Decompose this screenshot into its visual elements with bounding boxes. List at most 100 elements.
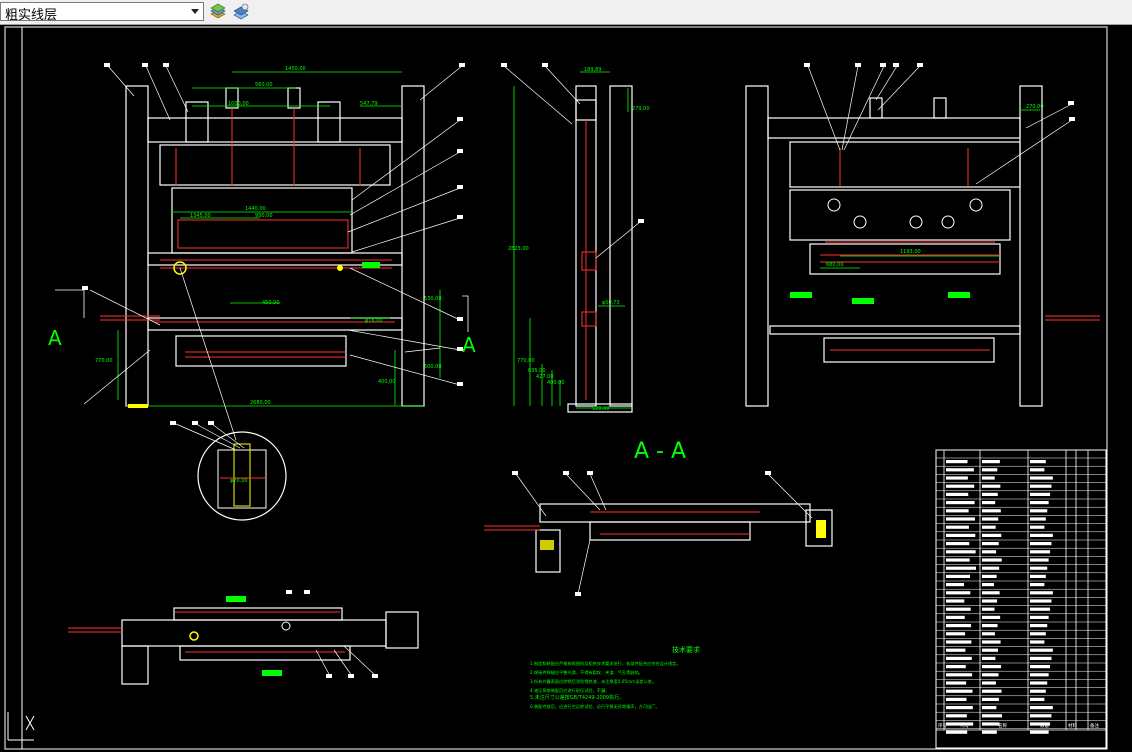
parts-cell-mark — [946, 492, 969, 496]
parts-cell-mark — [982, 525, 996, 529]
dim-side-low-a: 770,00 — [517, 358, 535, 364]
toolbar: 粗实线层 — [0, 0, 1132, 25]
front-view: 1450,00 560,00 1000,00 547,79 1440,00 13… — [48, 63, 476, 408]
parts-cell-mark — [982, 640, 1001, 644]
right-view: 270,00 1193,00 680,00 — [745, 63, 1100, 407]
tech-req-line: 4.液压系统装配后应进行耐压试验，不漏。 — [530, 687, 609, 694]
parts-cell-mark — [982, 673, 999, 677]
layer-properties-icon[interactable] — [208, 2, 228, 22]
parts-cell-mark — [946, 640, 972, 644]
parts-cell-mark — [946, 689, 973, 693]
tech-requirements: 技术要求 1.制造和装配应严格按照图纸及相关技术要求进行，各部件配合应符合设计规… — [530, 645, 700, 710]
parts-cell-mark — [1030, 706, 1053, 710]
parts-cell-mark — [982, 533, 1002, 537]
parts-col-qty: 数量 — [1040, 722, 1049, 729]
parts-cell-mark — [1030, 574, 1046, 578]
parts-cell-mark — [1030, 607, 1051, 611]
dim-phi: φ16,00 — [365, 318, 383, 324]
parts-cell-mark — [1030, 517, 1046, 521]
dim-right-top: 270,00 — [1026, 104, 1044, 110]
parts-cell-mark — [1030, 624, 1048, 628]
parts-cell-mark — [1030, 681, 1048, 685]
parts-cell-mark — [946, 476, 968, 480]
tech-req-line: 3.所有外露表面应除锈后涂防锈底漆，未注厚度0.05mm误差公差。 — [530, 678, 656, 685]
cut-mark-right: A — [462, 333, 476, 357]
parts-cell-mark — [1030, 583, 1045, 587]
parts-cell-mark — [1030, 648, 1053, 652]
parts-cell-mark — [1030, 689, 1046, 693]
parts-cell-mark — [946, 484, 975, 488]
parts-cell-mark — [946, 501, 975, 505]
dim-side-base: 520,00 — [592, 406, 610, 412]
tech-req-line: 1.制造和装配应严格按照图纸及相关技术要求进行，各部件配合应符合设计规定。 — [530, 660, 681, 667]
bottom-view — [68, 590, 419, 685]
parts-cell-mark — [1030, 714, 1052, 718]
parts-cell-mark — [982, 591, 1000, 595]
parts-cell-mark — [1030, 730, 1049, 734]
dim-left-a: 560,00 — [255, 82, 273, 88]
parts-cell-mark — [946, 558, 970, 562]
section-aa: A - A — [484, 439, 833, 596]
parts-cell-mark — [946, 624, 972, 628]
dim-side-r: 530,00 — [424, 296, 442, 302]
layer-name: 粗实线层 — [5, 8, 58, 23]
parts-cell-mark — [946, 574, 970, 578]
parts-cell-mark — [946, 525, 969, 529]
parts-col-code: 代号 — [960, 722, 969, 729]
parts-cell-mark — [982, 492, 998, 496]
parts-cell-mark — [1030, 525, 1045, 529]
dim-base-h: 770,00 — [95, 358, 113, 364]
parts-cell-mark — [982, 517, 999, 521]
parts-cell-mark — [982, 468, 998, 472]
dim-right-a: 547,79 — [360, 101, 378, 107]
tech-req-line: 6.装配完成后，应进行空运转试验，运行平稳无异常噪声，方可出厂。 — [530, 703, 660, 710]
dim-side-h2: 500,00 — [424, 364, 442, 370]
parts-cell-mark — [1030, 550, 1051, 554]
parts-cell-mark — [1030, 492, 1051, 496]
parts-cell-mark — [982, 714, 1002, 718]
parts-cell-mark — [982, 730, 997, 734]
chevron-down-icon — [191, 9, 199, 14]
parts-cell-mark — [946, 632, 966, 636]
parts-cell-mark — [1030, 558, 1049, 562]
parts-cell-mark — [982, 665, 1002, 669]
cut-mark-left: A — [48, 326, 62, 350]
dim-right-mid2: 680,00 — [826, 262, 844, 268]
dim-right-mid: 1193,00 — [900, 249, 921, 255]
parts-cell-mark — [946, 599, 965, 603]
parts-cell-mark — [982, 574, 997, 578]
parts-cell-mark — [946, 583, 964, 587]
parts-cell-mark — [946, 714, 967, 718]
parts-cell-mark — [982, 509, 1001, 513]
parts-cell-mark — [946, 706, 973, 710]
tech-req-line: 2.焊接件焊缝应平整光滑，不得有裂纹、夹渣、气孔等缺陷。 — [530, 669, 643, 676]
parts-cell-mark — [982, 542, 999, 546]
parts-cell-mark — [946, 468, 974, 472]
parts-cell-mark — [1030, 697, 1045, 701]
parts-cell-mark — [1030, 476, 1053, 480]
parts-cell-mark — [1030, 533, 1053, 537]
dim-side-low-d: 400,00 — [547, 380, 565, 386]
parts-cell-mark — [1030, 632, 1046, 636]
layer-states-icon[interactable] — [231, 2, 251, 22]
parts-cell-mark — [946, 681, 967, 685]
parts-cell-mark — [982, 624, 998, 628]
dim-left-b: 1000,00 — [228, 101, 249, 107]
parts-cell-mark — [946, 591, 971, 595]
parts-cell-mark — [982, 550, 997, 554]
parts-cell-mark — [946, 542, 970, 546]
layer-dropdown[interactable]: 粗实线层 — [0, 2, 204, 23]
drawing-frame — [4, 26, 1108, 750]
parts-cell-mark — [946, 656, 972, 660]
parts-cell-mark — [982, 648, 998, 652]
parts-cell-mark — [982, 501, 996, 505]
dim-press: 450,00 — [262, 300, 280, 306]
parts-cell-mark — [982, 566, 1000, 570]
parts-cell-mark — [946, 665, 966, 669]
parts-cell-mark — [946, 648, 966, 652]
parts-cell-mark — [1030, 501, 1049, 505]
drawing-canvas[interactable]: 1450,00 560,00 1000,00 547,79 1440,00 13… — [0, 25, 1132, 752]
dim-side-h: 400,00 — [378, 379, 396, 385]
parts-col-no: 序号 — [938, 722, 947, 729]
parts-cell-mark — [982, 460, 1000, 464]
